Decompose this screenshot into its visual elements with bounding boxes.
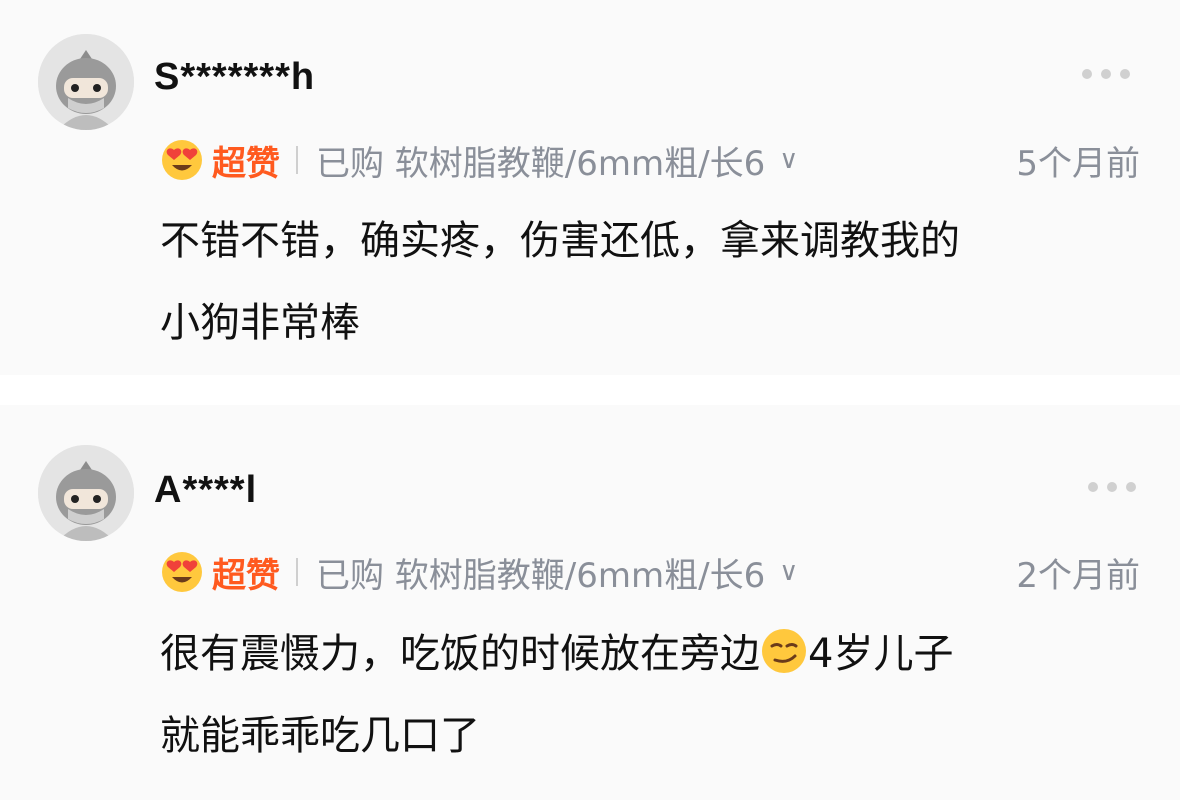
username[interactable]: A****l [154,469,257,512]
heart-eyes-emoji-icon [162,552,202,592]
review-content-line: 就能乖乖吃几口了 [160,713,480,759]
review-time: 2个月前 [1016,555,1140,596]
review-content: 很有震慑力，吃饭的时候放在旁边 4岁儿子 就能乖乖吃几口了 [160,613,1140,777]
more-dots-icon[interactable] [1082,68,1130,80]
user-avatar[interactable] [38,34,134,130]
purchase-info[interactable]: 已购 软树脂教鞭/6mm粗/长6 [316,136,765,185]
purchase-info[interactable]: 已购 软树脂教鞭/6mm粗/长6 [316,548,765,597]
rating-label: 超赞 [212,555,280,596]
rating-label: 超赞 [212,143,280,184]
chevron-down-icon[interactable]: ∨ [779,557,798,587]
review-content-line: 很有震慑力，吃饭的时候放在旁边 4岁儿子 [160,613,1140,695]
card-separator [0,375,1180,405]
review-content-line: 小狗非常棒 [160,300,360,346]
default-avatar-icon [38,34,134,130]
divider [296,558,298,586]
review-card: S*******h 超赞 已购 软树脂教鞭/6mm粗/长6 ∨ 5个月前 不错不… [0,0,1180,375]
divider [296,146,298,174]
review-meta: 超赞 已购 软树脂教鞭/6mm粗/长6 ∨ 5个月前 [160,136,1140,184]
username[interactable]: S*******h [154,56,315,99]
smirk-emoji-icon [762,629,806,673]
user-avatar[interactable] [38,445,134,541]
review-time: 5个月前 [1016,143,1140,184]
review-content: 不错不错，确实疼，伤害还低，拿来调教我的 小狗非常棒 [160,200,1140,364]
more-dots-icon[interactable] [1088,481,1136,493]
review-content-text: 很有震慑力，吃饭的时候放在旁边 [160,631,760,677]
review-content-line: 不错不错，确实疼，伤害还低，拿来调教我的 [160,218,960,264]
review-meta: 超赞 已购 软树脂教鞭/6mm粗/长6 ∨ 2个月前 [160,548,1140,596]
default-avatar-icon [38,445,134,541]
heart-eyes-emoji-icon [162,140,202,180]
review-list: S*******h 超赞 已购 软树脂教鞭/6mm粗/长6 ∨ 5个月前 不错不… [0,0,1180,800]
review-card: A****l 超赞 已购 软树脂教鞭/6mm粗/长6 ∨ 2个月前 很有震慑力，… [0,405,1180,800]
chevron-down-icon[interactable]: ∨ [779,145,798,175]
review-content-text: 4岁儿子 [808,631,954,677]
